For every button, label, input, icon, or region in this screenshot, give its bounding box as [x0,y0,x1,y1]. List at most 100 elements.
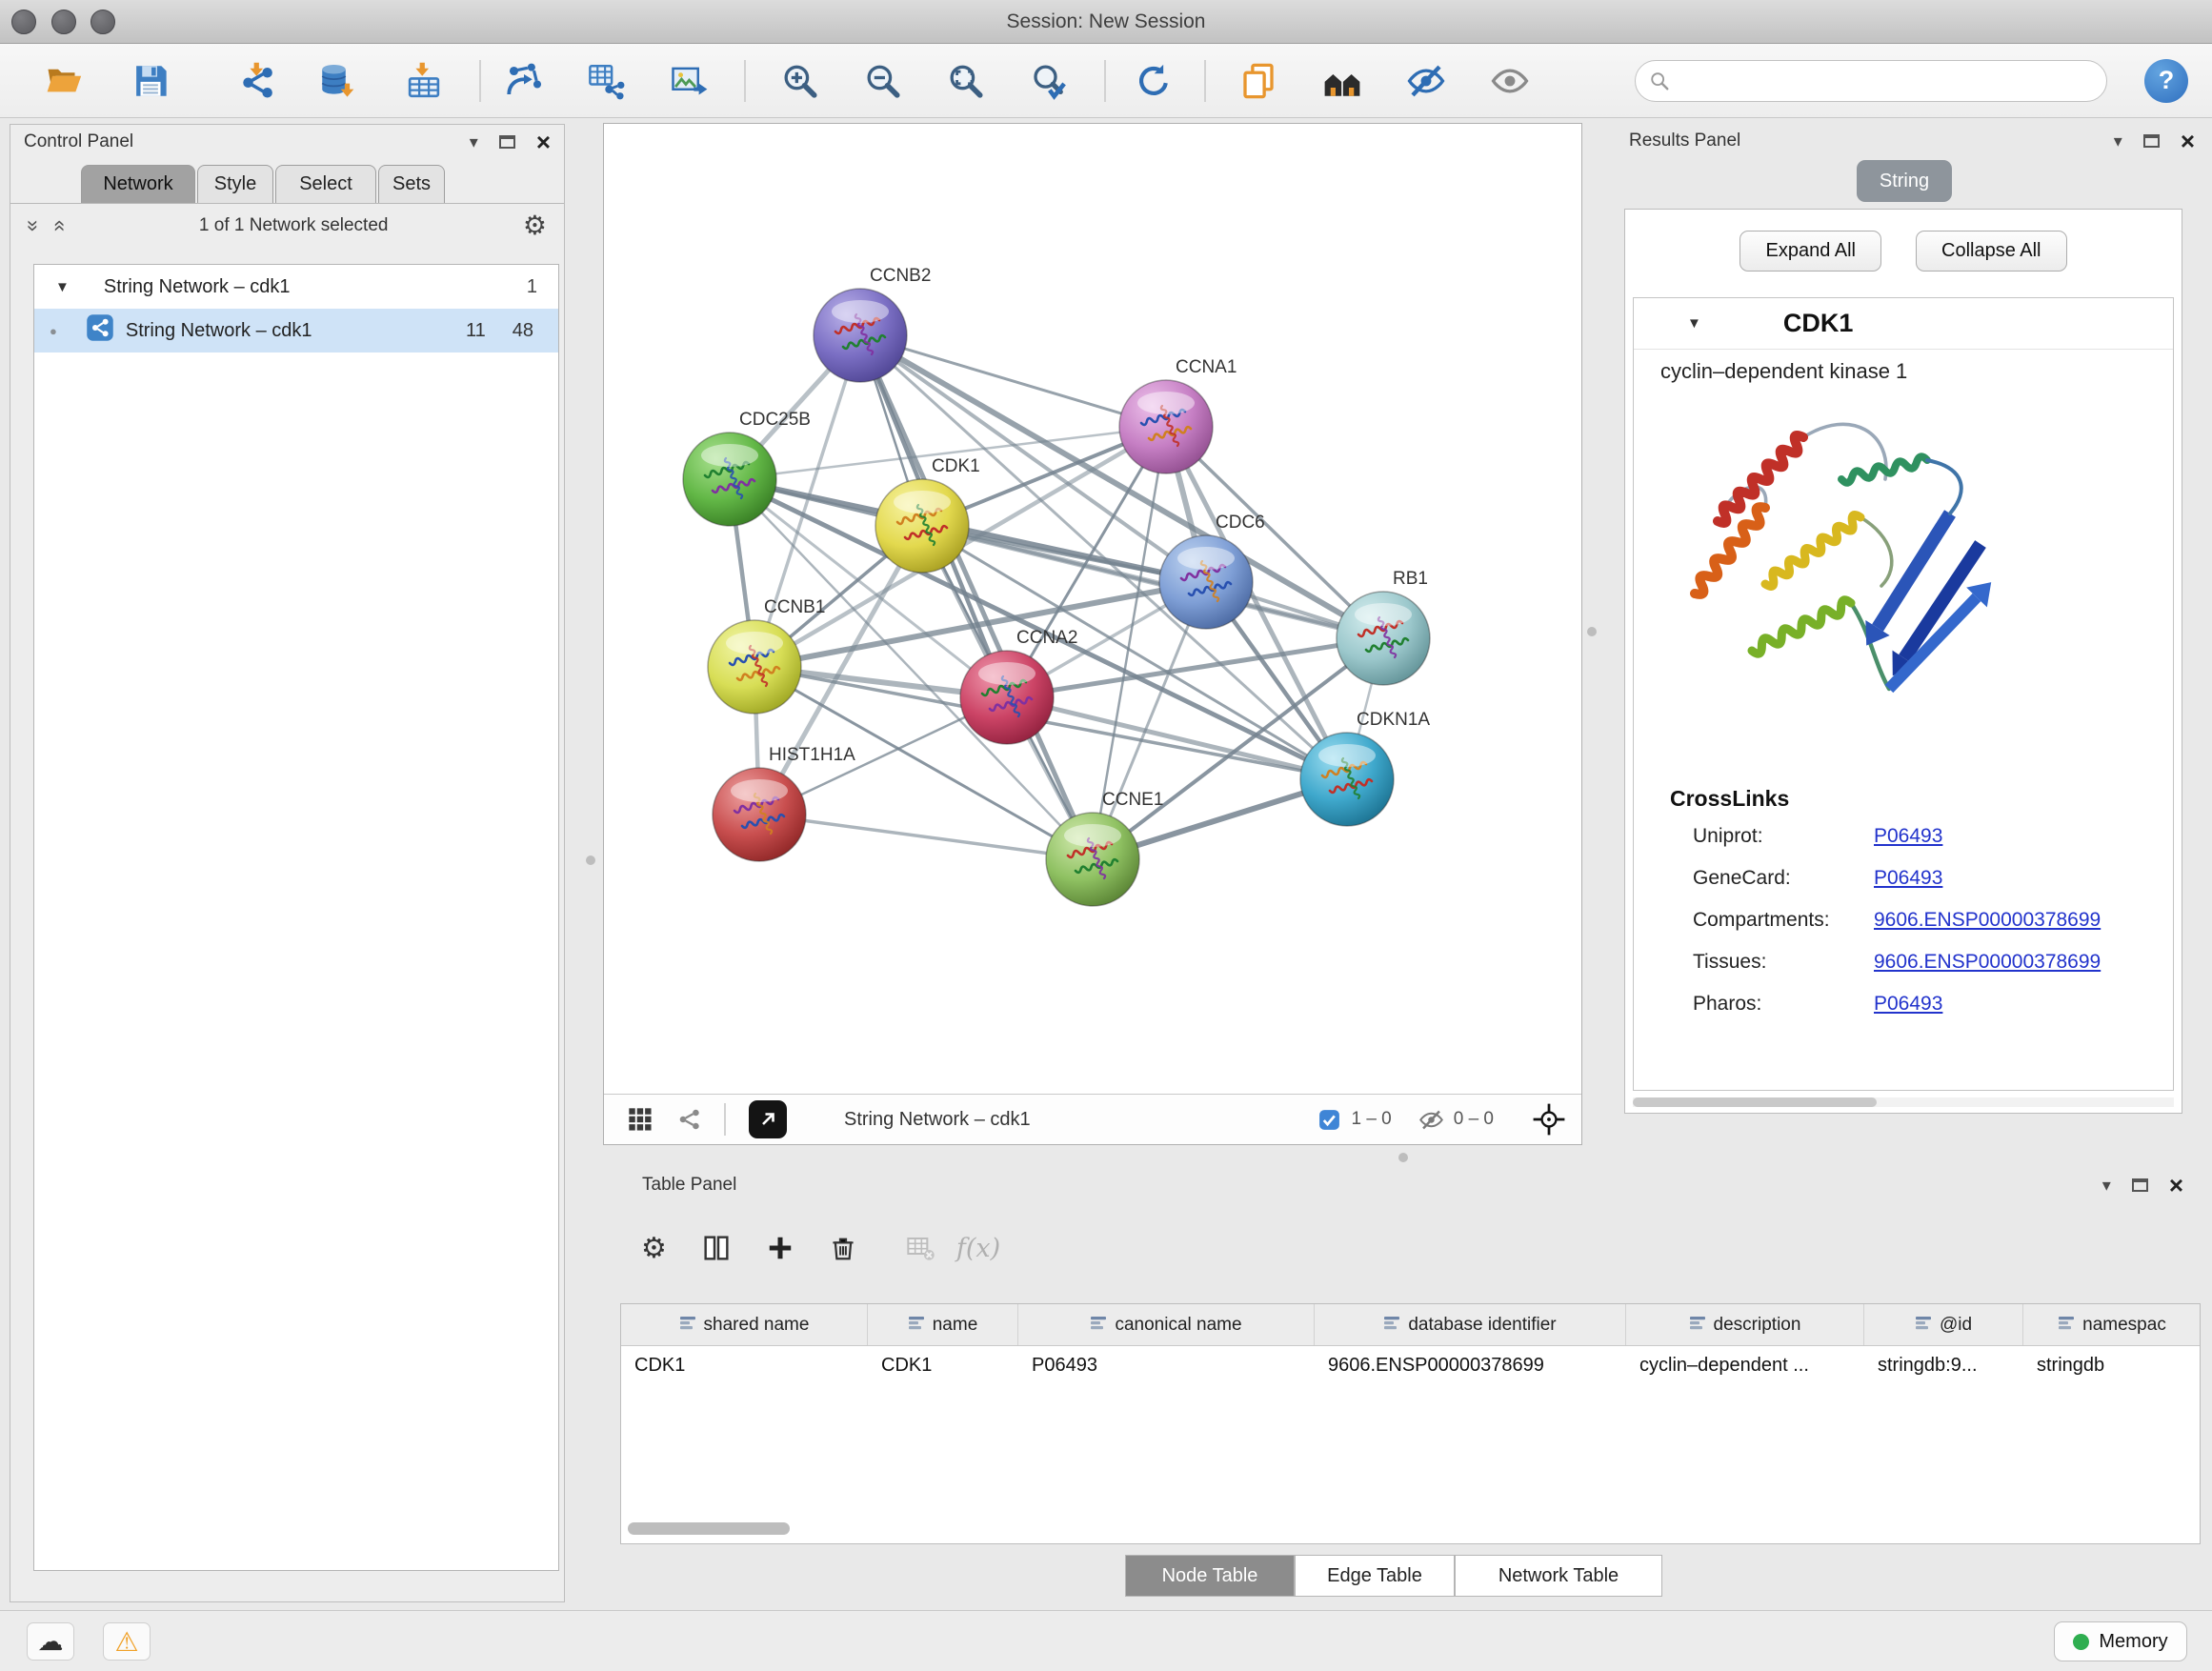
zoom-in-icon[interactable] [776,58,822,104]
panel-collapse-icon[interactable]: ▾ [2102,1176,2111,1196]
toolbar-separator [1204,60,1206,102]
delete-trash-icon[interactable] [829,1234,857,1262]
tab-sets[interactable]: Sets [378,165,445,203]
crosslink-row: GeneCard:P06493 [1693,857,2173,899]
column-header-database-identifier[interactable]: database identifier [1315,1304,1626,1345]
column-header-description[interactable]: description [1626,1304,1864,1345]
hidden-eye-slash-icon[interactable] [1418,1107,1444,1133]
table-row[interactable]: CDK1CDK1P064939606.ENSP00000378699cyclin… [621,1346,2200,1384]
table-cell[interactable]: P06493 [1018,1346,1315,1384]
add-column-plus-icon[interactable] [766,1234,794,1262]
tab-node-table[interactable]: Node Table [1125,1555,1295,1597]
collapse-all-button[interactable]: Collapse All [1916,231,2067,272]
horizontal-splitter-handle[interactable] [1398,1153,1408,1162]
memory-button[interactable]: Memory [2054,1621,2187,1661]
tab-style[interactable]: Style [197,165,273,203]
tab-network[interactable]: Network [81,165,195,203]
import-table-from-file-icon[interactable] [401,58,447,104]
panel-close-icon[interactable]: × [2169,1173,2183,1198]
save-session-button[interactable] [128,58,173,104]
table-horizontal-scrollbar-thumb[interactable] [628,1522,790,1535]
network-node-HIST1H1A[interactable]: HIST1H1A [713,745,855,861]
table-options-gear-icon[interactable]: ⚙ [641,1232,667,1265]
network-node-CDK1[interactable]: CDK1 [875,456,980,573]
cloud-button[interactable]: ☁ [27,1622,74,1661]
panel-close-icon[interactable]: × [536,130,551,154]
zoom-fit-content-icon[interactable] [942,58,988,104]
column-header-name[interactable]: name [868,1304,1018,1345]
network-options-gear-icon[interactable]: ⚙ [523,210,547,241]
open-in-new-window-button[interactable] [749,1100,787,1138]
crosslink-value-link[interactable]: P06493 [1874,867,1942,890]
crosslink-value-link[interactable]: P06493 [1874,825,1942,848]
search-input[interactable] [1679,70,2080,91]
column-header-namespac[interactable]: namespac [2023,1304,2201,1345]
copy-documents-icon[interactable] [1236,58,1281,104]
crosslink-label: Uniprot: [1693,825,1874,848]
panel-float-icon[interactable] [2143,134,2160,148]
show-columns-icon[interactable] [701,1233,732,1263]
table-cell[interactable]: cyclin–dependent ... [1626,1346,1864,1384]
table-cell[interactable]: CDK1 [868,1346,1018,1384]
import-network-from-file-icon[interactable] [235,58,281,104]
network-row-selected[interactable]: ● String Network – cdk1 11 48 [34,309,558,352]
import-network-from-database-icon[interactable] [314,58,360,104]
refresh-icon[interactable] [1131,58,1176,104]
show-all-eye-icon[interactable] [1487,58,1533,104]
tree-expand-icon[interactable]: ▼ [55,279,70,295]
hide-selected-eye-slash-icon[interactable] [1403,58,1449,104]
help-button[interactable]: ? [2144,59,2188,103]
column-header-canonical-name[interactable]: canonical name [1018,1304,1315,1345]
panel-float-icon[interactable] [2132,1178,2148,1192]
zoom-out-icon[interactable] [859,58,905,104]
window-close-button[interactable] [11,10,36,34]
panel-collapse-icon[interactable]: ▾ [2114,131,2122,151]
selected-checkbox-icon[interactable] [1317,1108,1341,1132]
window-zoom-button[interactable] [90,10,115,34]
panel-float-icon[interactable] [499,135,515,149]
tab-edge-table[interactable]: Edge Table [1295,1555,1455,1597]
column-header-shared-name[interactable]: shared name [621,1304,868,1345]
overview-houses-icon[interactable] [1319,58,1365,104]
collapse-all-networks-icon[interactable]: » [23,219,44,231]
grid-view-icon[interactable] [627,1106,654,1133]
panel-collapse-icon[interactable]: ▾ [470,132,478,152]
network-collection-row[interactable]: ▼ String Network – cdk1 1 [34,265,558,309]
table-cell[interactable]: stringdb:9... [1864,1346,2023,1384]
new-network-from-selection-icon[interactable] [501,58,547,104]
vertical-splitter-handle[interactable] [586,856,595,865]
search-box[interactable] [1635,60,2107,102]
network-share-icon[interactable] [676,1106,703,1133]
crosslink-value-link[interactable]: P06493 [1874,993,1942,1016]
column-header--id[interactable]: @id [1864,1304,2023,1345]
crosslink-value-link[interactable]: 9606.ENSP00000378699 [1874,951,2101,974]
tab-select[interactable]: Select [275,165,376,203]
expand-all-button[interactable]: Expand All [1739,231,1881,272]
vertical-splitter-handle[interactable] [1587,627,1597,636]
birds-eye-crosshair-icon[interactable] [1532,1102,1566,1137]
network-table-icon[interactable] [583,58,629,104]
window-minimize-button[interactable] [51,10,76,34]
network-node-CDC6[interactable]: CDC6 [1159,513,1265,629]
export-image-icon[interactable] [667,58,713,104]
network-node-CCNA2[interactable]: CCNA2 [960,628,1077,744]
protein-section-header[interactable]: ▼ CDK1 [1634,298,2173,350]
expand-all-networks-icon[interactable]: » [48,219,69,231]
network-edge[interactable] [759,815,1093,859]
panel-close-icon[interactable]: × [2181,129,2195,153]
crosslink-value-link[interactable]: 9606.ENSP00000378699 [1874,909,2101,932]
results-tab-string[interactable]: String [1857,160,1952,202]
network-node-RB1[interactable]: RB1 [1337,569,1430,685]
table-cell[interactable]: 9606.ENSP00000378699 [1315,1346,1626,1384]
network-node-CCNA1[interactable]: CCNA1 [1119,357,1237,473]
network-canvas[interactable]: CCNB2CCNA1CDC25BCDK1CDC6RB1CCNB1CCNA2CDK… [604,124,1581,1094]
results-scrollbar[interactable] [1633,1097,2174,1107]
tab-network-table[interactable]: Network Table [1455,1555,1662,1597]
table-cell[interactable]: stringdb [2023,1346,2201,1384]
network-edge[interactable] [860,335,1166,427]
table-cell[interactable]: CDK1 [621,1346,868,1384]
open-session-button[interactable] [42,58,88,104]
section-expand-icon[interactable]: ▼ [1687,315,1701,332]
warnings-button[interactable]: ⚠ [103,1622,151,1661]
zoom-selected-icon[interactable] [1026,58,1072,104]
